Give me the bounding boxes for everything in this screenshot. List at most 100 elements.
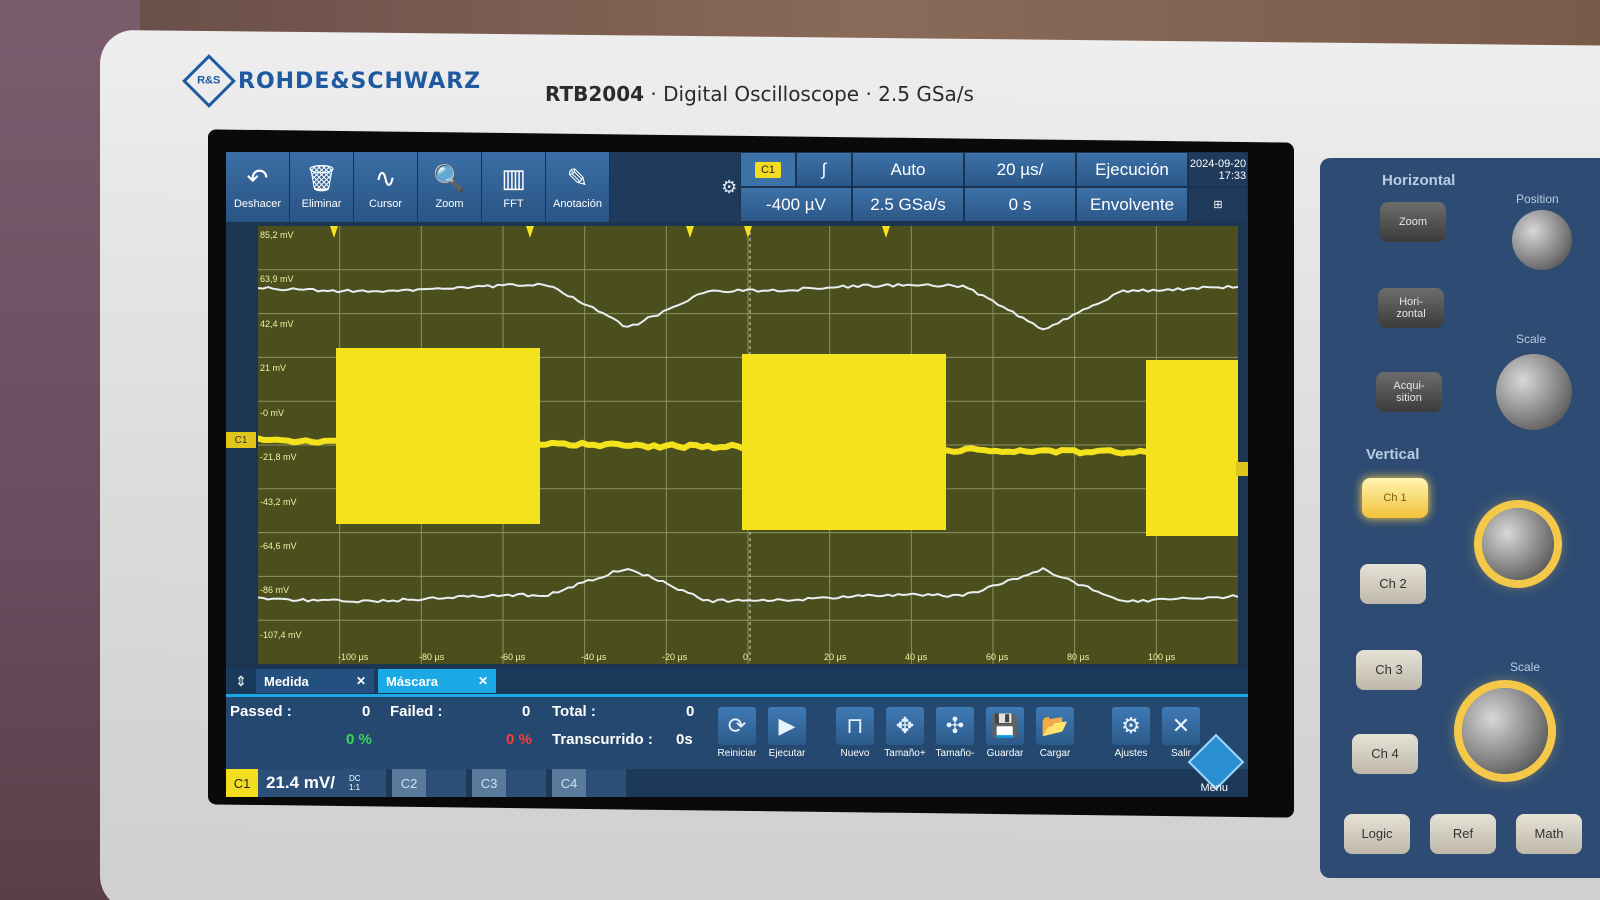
action-size-minus-button[interactable]: ✣ Tamaño- — [932, 707, 978, 759]
model-title: RTB2004 · Digital Oscilloscope · 2.5 GSa… — [545, 82, 974, 106]
ch1-position-knob[interactable] — [1482, 508, 1554, 580]
toolbar-label: Cursor — [369, 198, 402, 210]
channel-marker-right[interactable] — [1236, 462, 1248, 476]
toolbar-button-fft[interactable]: ▥ FFT — [482, 152, 546, 222]
action-label: Ejecutar — [769, 748, 806, 759]
ch1-button[interactable]: Ch 1 — [1362, 478, 1428, 518]
undo-icon: ↶ — [247, 164, 269, 194]
x-tick-label: 0 — [743, 652, 748, 662]
screen: ↶ Deshacer 🗑 Eliminar ∿ Cursor 🔍 Zoom ▥ FFT ✎… — [226, 152, 1248, 797]
action-play-button[interactable]: ▶ Ejecutar — [764, 707, 810, 759]
run-state[interactable]: Ejecución — [1076, 152, 1188, 187]
zoom-button[interactable]: Zoom — [1380, 202, 1446, 242]
position-label: Position — [1516, 192, 1559, 206]
trigger-marker-icon — [330, 226, 338, 238]
action-settings-button[interactable]: ⚙ Ajustes — [1108, 707, 1154, 759]
action-label: Reiniciar — [718, 748, 757, 759]
trigger-marker-icon — [744, 226, 752, 238]
trigger-source[interactable]: C1 — [740, 152, 796, 187]
menu-label[interactable]: Menu — [1200, 782, 1228, 794]
size-minus-icon: ✣ — [936, 707, 974, 745]
horizontal-scale-knob[interactable] — [1496, 354, 1572, 430]
pencil-icon: ✎ — [567, 164, 589, 194]
toolbar-label: Deshacer — [234, 198, 281, 210]
panel-toggle-icon[interactable]: ⇕ — [226, 673, 256, 690]
ch2-button[interactable]: Ch 2 — [1360, 564, 1426, 604]
trash-icon: 🗑 — [305, 164, 338, 194]
settings-icon: ⚙ — [1112, 707, 1150, 745]
x-tick-label: -80 µs — [419, 652, 444, 662]
action-new-mask-button[interactable]: ⊓ Nuevo — [832, 707, 878, 759]
channel-c1-tag[interactable]: C1 — [226, 769, 258, 797]
action-label: Ajustes — [1115, 748, 1148, 759]
model-name: RTB2004 — [545, 82, 644, 106]
vertical-scale-knob[interactable] — [1462, 688, 1548, 774]
close-icon[interactable]: ✕ — [478, 674, 488, 688]
action-load-button[interactable]: 📂 Cargar — [1032, 707, 1078, 759]
toolbar-button-deshacer[interactable]: ↶ Deshacer — [226, 152, 290, 222]
toolbar-label: FFT — [503, 198, 523, 210]
ch4-button[interactable]: Ch 4 — [1352, 734, 1418, 774]
ch1-burst-envelope — [742, 354, 946, 530]
waveform-display[interactable]: 85,2 mV 63,9 mV 42,4 mV 21 mV -0 mV -21,8 mV -… — [258, 226, 1238, 664]
timebase[interactable]: 20 µs/ — [964, 152, 1076, 187]
channel-c2-tag[interactable]: C2 — [392, 769, 426, 797]
horizontal-offset[interactable]: 0 s — [964, 187, 1076, 222]
channel-c3-value[interactable] — [506, 769, 546, 797]
datetime: 2024-09-20 17:33 — [1188, 152, 1248, 187]
tab-mascara[interactable]: Máscara ✕ — [378, 669, 496, 693]
trigger-level[interactable]: -400 µV — [740, 187, 852, 222]
total-value: 0 — [686, 703, 694, 720]
x-tick-label: -40 µs — [581, 652, 606, 662]
vertical-section-label: Vertical — [1366, 446, 1419, 463]
ref-button[interactable]: Ref — [1430, 814, 1496, 854]
gear-icon[interactable]: ⚙ — [718, 152, 740, 222]
logic-button[interactable]: Logic — [1344, 814, 1410, 854]
acquisition-button[interactable]: Acqui- sition — [1376, 372, 1442, 412]
toolbar-label: Eliminar — [302, 198, 342, 210]
toolbar-button-eliminar[interactable]: 🗑 Eliminar — [290, 152, 354, 222]
acquisition-mode[interactable]: Envolvente — [1076, 187, 1188, 222]
x-tick-label: 60 µs — [986, 652, 1008, 662]
position-knob[interactable] — [1512, 210, 1572, 270]
tab-medida[interactable]: Medida ✕ — [256, 669, 374, 693]
trigger-mode[interactable]: Auto — [852, 152, 964, 187]
y-tick-label: 85,2 mV — [260, 230, 294, 240]
network-icon: ⊞ — [1188, 187, 1248, 222]
channel-c4-tag[interactable]: C4 — [552, 769, 586, 797]
channel-c2-value[interactable] — [426, 769, 466, 797]
model-description: Digital Oscilloscope — [663, 82, 859, 106]
toolbar-spacer — [610, 152, 718, 222]
cursor-icon: ∿ — [375, 164, 397, 194]
action-label: Guardar — [987, 748, 1024, 759]
save-icon: 💾 — [986, 707, 1024, 745]
action-size-plus-button[interactable]: ✥ Tamaño+ — [882, 707, 928, 759]
action-save-button[interactable]: 💾 Guardar — [982, 707, 1028, 759]
toolbar-button-zoom[interactable]: 🔍 Zoom — [418, 152, 482, 222]
x-tick-label: -60 µs — [500, 652, 525, 662]
close-icon[interactable]: ✕ — [356, 674, 366, 688]
math-button[interactable]: Math — [1516, 814, 1582, 854]
trigger-marker-icon — [686, 226, 694, 238]
x-tick-label: 40 µs — [905, 652, 927, 662]
y-tick-label: 63,9 mV — [260, 274, 294, 284]
action-restart-button[interactable]: ⟳ Reiniciar — [714, 707, 760, 759]
trigger-slope[interactable]: ∫ — [796, 152, 852, 187]
toolbar-button-cursor[interactable]: ∿ Cursor — [354, 152, 418, 222]
size-plus-icon: ✥ — [886, 707, 924, 745]
failed-percent: 0 % — [506, 731, 532, 748]
channel-c3-tag[interactable]: C3 — [472, 769, 506, 797]
y-tick-label: -64,6 mV — [260, 541, 297, 551]
channel-marker[interactable]: C1 — [226, 432, 256, 448]
y-tick-label: 42,4 mV — [260, 319, 294, 329]
scale-label: Scale — [1516, 332, 1546, 346]
x-tick-label: -20 µs — [662, 652, 687, 662]
channel-c1-scale[interactable]: 21.4 mV/ DC 1:1 — [258, 769, 386, 797]
channel-c4-value[interactable] — [586, 769, 626, 797]
horizontal-button[interactable]: Hori- zontal — [1378, 288, 1444, 328]
ch3-button[interactable]: Ch 3 — [1356, 650, 1422, 690]
toolbar-button-anotación[interactable]: ✎ Anotación — [546, 152, 610, 222]
y-tick-label: -86 mV — [260, 585, 289, 595]
sample-rate[interactable]: 2.5 GSa/s — [852, 187, 964, 222]
elapsed-label: Transcurrido : — [552, 731, 653, 748]
